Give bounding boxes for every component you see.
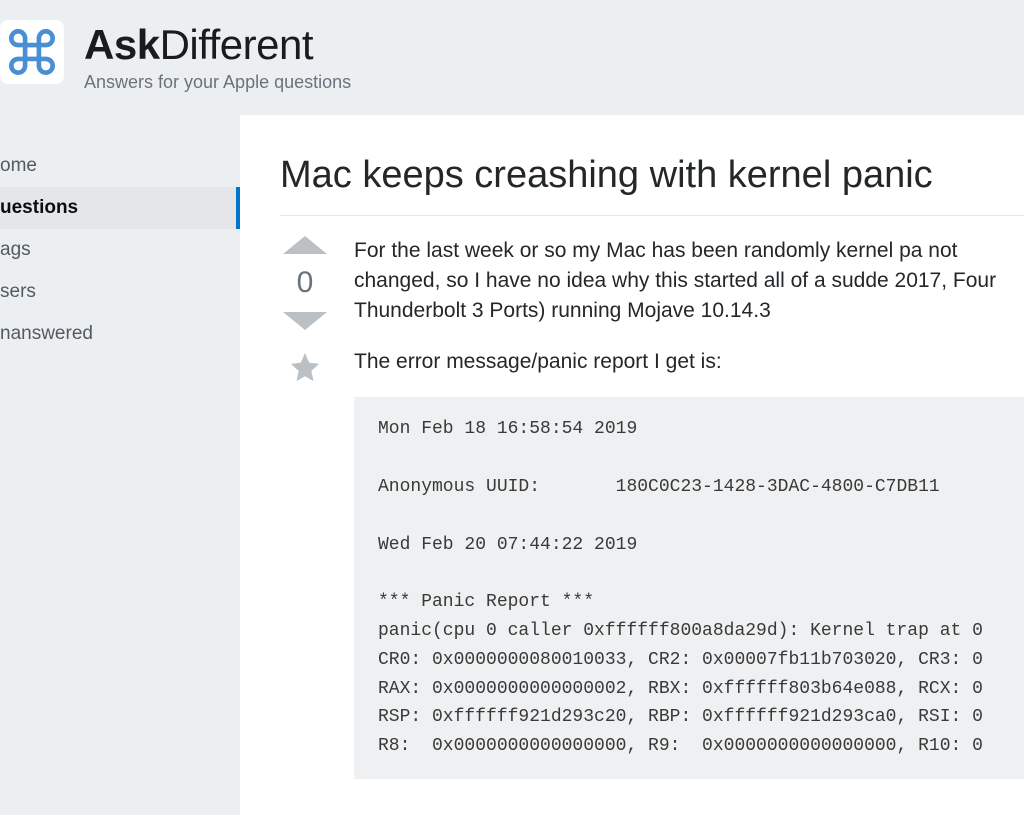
command-icon <box>9 29 55 75</box>
sidebar-item-users[interactable]: sers <box>0 271 240 313</box>
site-logo[interactable] <box>0 20 64 84</box>
sidebar-item-unanswered[interactable]: nanswered <box>0 313 240 355</box>
sidebar-item-tags[interactable]: ags <box>0 229 240 271</box>
site-title[interactable]: AskDifferent <box>84 24 351 66</box>
main-content: Mac keeps creashing with kernel panic 0 … <box>240 115 1024 815</box>
site-tagline: Answers for your Apple questions <box>84 72 351 93</box>
upvote-button[interactable] <box>283 236 327 254</box>
sidebar-item-questions[interactable]: uestions <box>0 187 240 229</box>
vote-count: 0 <box>297 258 314 308</box>
star-icon <box>288 350 322 384</box>
body-paragraph: For the last week or so my Mac has been … <box>354 236 1024 327</box>
vote-controls: 0 <box>280 236 330 779</box>
question-body: For the last week or so my Mac has been … <box>354 236 1024 779</box>
question-title: Mac keeps creashing with kernel panic <box>280 153 1024 216</box>
sidebar-nav: ome uestions ags sers nanswered <box>0 115 240 815</box>
body-paragraph: The error message/panic report I get is: <box>354 347 1024 377</box>
code-block: Mon Feb 18 16:58:54 2019 Anonymous UUID:… <box>354 397 1024 779</box>
favorite-button[interactable] <box>288 350 322 389</box>
downvote-button[interactable] <box>283 312 327 330</box>
sidebar-item-home[interactable]: ome <box>0 145 240 187</box>
